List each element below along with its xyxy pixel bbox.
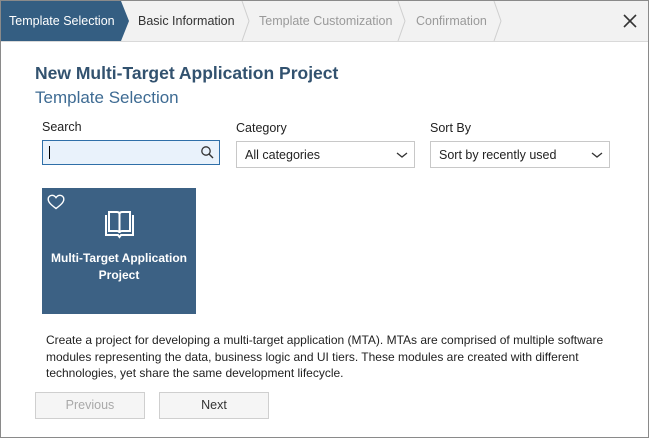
search-field[interactable] (42, 140, 220, 165)
template-description: Create a project for developing a multi-… (46, 333, 604, 380)
chevron-down-icon (396, 152, 408, 158)
sort-selected-value: Sort by recently used (439, 148, 557, 162)
chevron-down-icon (591, 152, 603, 158)
book-icon (105, 211, 134, 239)
step-template-selection[interactable]: Template Selection (1, 1, 129, 41)
page-subtitle: Template Selection (35, 88, 179, 107)
next-button[interactable]: Next (159, 392, 269, 419)
text-cursor (49, 146, 50, 159)
wizard-dialog: Template Selection Basic Information Tem… (0, 0, 649, 438)
wizard-progress-bar: Template Selection Basic Information Tem… (1, 1, 648, 42)
step-basic-information[interactable]: Basic Information (138, 1, 235, 41)
step-separator-icon (241, 1, 250, 41)
template-tile-mta-project[interactable]: Multi-Target Application Project (42, 188, 196, 314)
search-icon[interactable] (200, 145, 214, 159)
category-label: Category (236, 121, 287, 135)
page-title: New Multi-Target Application Project (35, 63, 339, 83)
sort-by-label: Sort By (430, 121, 471, 135)
sort-by-select[interactable]: Sort by recently used (430, 141, 610, 168)
heart-icon[interactable] (47, 194, 65, 210)
search-label: Search (42, 120, 82, 134)
previous-button[interactable]: Previous (35, 392, 145, 419)
step-template-customization: Template Customization (259, 14, 393, 28)
category-selected-value: All categories (245, 148, 321, 162)
category-select[interactable]: All categories (236, 141, 415, 168)
step-confirmation: Confirmation (416, 14, 487, 28)
close-icon[interactable] (618, 9, 642, 33)
template-tile-label: Multi-Target Application Project (51, 251, 187, 282)
step-separator-icon (493, 1, 502, 41)
step-separator-icon (397, 1, 406, 41)
search-input[interactable] (43, 141, 199, 164)
